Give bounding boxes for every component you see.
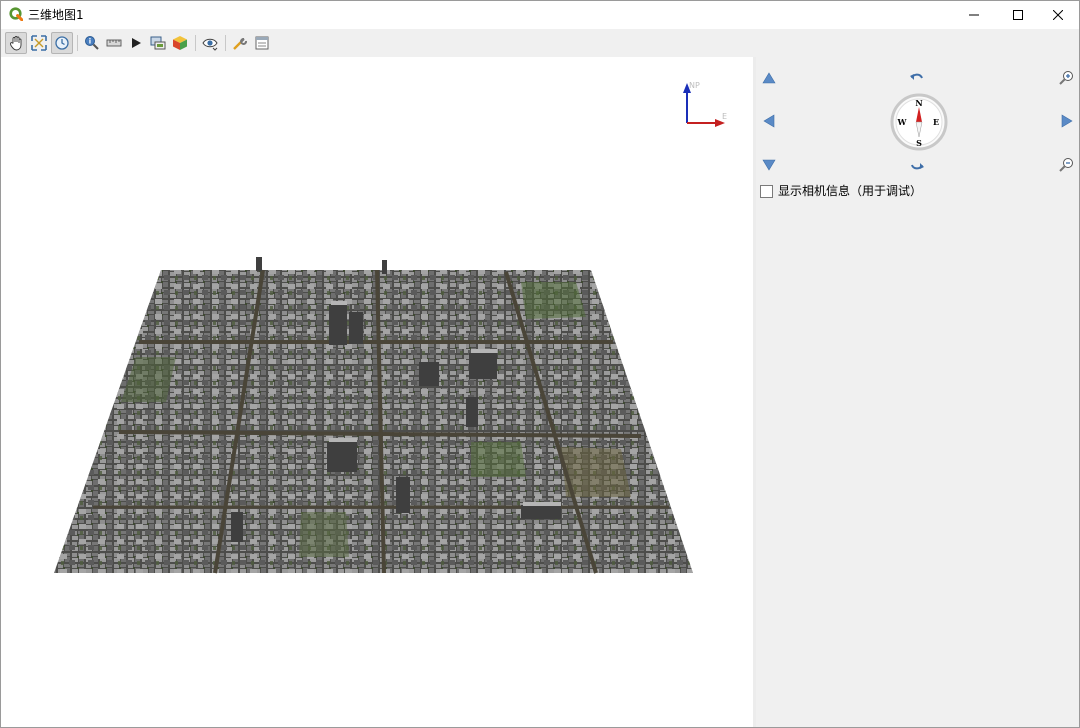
identify-icon: i [85, 36, 99, 50]
svg-text:i: i [89, 38, 91, 46]
zoom-out-icon [1059, 158, 1073, 172]
rotate-up-icon [910, 73, 923, 80]
rotate-down-icon [911, 163, 924, 170]
measure-button[interactable] [103, 32, 125, 54]
title-bar: 三维地图1 [1, 1, 1079, 29]
zoom-in-button[interactable] [1058, 69, 1076, 87]
compass-west-label: W [897, 117, 908, 127]
export-3d-icon [173, 36, 187, 50]
toolbar: i [1, 29, 1079, 57]
save-image-icon [150, 36, 166, 50]
move-up-button[interactable] [760, 69, 778, 87]
y-axis-label: P [695, 81, 700, 90]
animation-play-button[interactable] [125, 32, 147, 54]
compass-north-label: N [915, 98, 922, 108]
rotate-down-button[interactable] [908, 156, 926, 174]
compass-south-label: S [916, 138, 922, 148]
triangle-right-icon [1061, 114, 1073, 128]
zoom-full-icon [31, 35, 47, 51]
camera-orbit-icon [55, 36, 69, 50]
move-right-button[interactable] [1058, 112, 1076, 130]
compass-widget[interactable]: N S E W [890, 93, 948, 151]
pan-tool-button[interactable] [5, 32, 27, 54]
triangle-up-icon [762, 72, 776, 84]
city-terrain [54, 270, 693, 573]
compass-east-label: E [933, 117, 939, 127]
map-themes-icon [255, 36, 269, 50]
identify-button[interactable]: i [81, 32, 103, 54]
axis-indicator: N P E [683, 81, 727, 127]
city-3d-model [54, 257, 693, 574]
configure-button[interactable] [229, 32, 251, 54]
camera-info-label[interactable]: 显示相机信息（用于调试） [778, 184, 922, 198]
view-options-icon [202, 38, 218, 51]
configure-icon [233, 38, 247, 50]
3d-map-canvas[interactable]: N P E [1, 57, 753, 727]
toolbar-separator [77, 35, 78, 51]
triangle-left-icon [763, 114, 775, 128]
zoom-in-icon [1059, 71, 1073, 85]
navigation-panel: N S E W 显示相机信息（用于调试） [756, 57, 1079, 727]
export-3d-button[interactable] [169, 32, 191, 54]
save-image-button[interactable] [147, 32, 169, 54]
pan-icon [10, 36, 22, 51]
minimize-icon [969, 14, 979, 16]
camera-info-row: 显示相机信息（用于调试） [760, 183, 922, 199]
3d-map-window: 三维地图1 i N P E N S E W 显示相机信息（用于调试） [0, 0, 1080, 728]
measure-icon [106, 39, 122, 47]
triangle-down-icon [762, 159, 776, 171]
camera-orbit-button[interactable] [51, 32, 73, 54]
view-options-button[interactable] [199, 32, 221, 54]
qgis-logo-icon [9, 7, 23, 21]
map-themes-button[interactable] [251, 32, 273, 54]
maximize-icon [1013, 10, 1023, 20]
x-axis-label: E [722, 112, 727, 121]
minimize-button[interactable] [951, 1, 997, 29]
close-button[interactable] [1035, 1, 1079, 29]
animation-play-icon [132, 38, 141, 48]
rotate-up-button[interactable] [908, 69, 926, 87]
toolbar-separator [195, 35, 196, 51]
toolbar-separator [225, 35, 226, 51]
zoom-full-button[interactable] [28, 32, 50, 54]
close-icon [1053, 10, 1063, 20]
move-left-button[interactable] [760, 112, 778, 130]
zoom-out-button[interactable] [1058, 156, 1076, 174]
camera-info-checkbox[interactable] [760, 184, 773, 198]
window-title: 三维地图1 [28, 8, 84, 22]
move-down-button[interactable] [760, 156, 778, 174]
